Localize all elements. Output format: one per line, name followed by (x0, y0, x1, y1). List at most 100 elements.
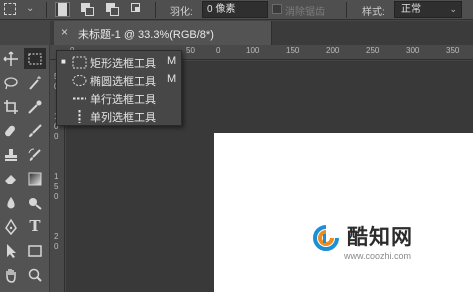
eyedropper-icon (28, 100, 42, 114)
history-brush-icon (28, 148, 41, 161)
eyedropper-tool[interactable] (24, 96, 46, 117)
new-selection-button[interactable] (55, 2, 70, 17)
lasso-tool[interactable] (0, 72, 22, 93)
ruler-tick: 250 (366, 46, 380, 55)
rectangle-shape-icon (28, 245, 42, 257)
separator (46, 2, 47, 18)
separator (155, 2, 156, 18)
eraser-icon (5, 175, 16, 184)
hand-icon (6, 269, 16, 283)
ruler-tick: 0 (54, 132, 59, 141)
toolbox: T (0, 45, 50, 292)
flyout-item-single-column-marquee[interactable]: 单列选框工具 (57, 107, 181, 125)
magic-wand-icon (29, 76, 41, 90)
tool-preset-picker[interactable]: ⌄ (0, 0, 40, 20)
intersect-selection-icon-fill (135, 7, 140, 12)
ruler-tick: 0 (54, 192, 59, 201)
ruler-tick: 200 (326, 46, 340, 55)
single-column-marquee-icon (78, 110, 81, 123)
zoom-tool[interactable] (24, 264, 46, 285)
type-tool[interactable]: T (24, 216, 46, 237)
flyout-item-shortcut: M (167, 73, 177, 85)
style-select-value: 正常 (401, 4, 421, 15)
path-select-icon (7, 244, 16, 258)
coozhi-logo-icon (313, 225, 339, 251)
ruler-tick: 2 (54, 232, 59, 241)
feather-label: 羽化: (170, 7, 193, 18)
selected-indicator-icon: ■ (61, 57, 66, 66)
add-selection-icon-overlay (85, 7, 94, 16)
pen-icon (5, 219, 17, 235)
clone-stamp-icon (5, 149, 17, 161)
chevron-down-icon: ⌄ (449, 4, 457, 14)
brush-tool[interactable] (24, 120, 46, 141)
rectangular-marquee-icon (72, 56, 87, 69)
chevron-down-icon: ⌄ (26, 3, 35, 14)
eraser-tool[interactable] (0, 168, 22, 189)
flyout-item-label: 椭圆选框工具 (90, 76, 156, 88)
marquee-tool[interactable] (24, 48, 46, 69)
magic-wand-tool[interactable] (24, 72, 46, 93)
path-select-tool[interactable] (0, 240, 22, 261)
ruler-tick: 0 (216, 46, 221, 55)
watermark-name: 酷知网 (347, 225, 413, 249)
feather-input[interactable]: 0 像素 (202, 1, 268, 18)
subtract-selection-icon-overlay (110, 7, 119, 16)
healing-brush-icon (5, 125, 15, 137)
single-row-marquee-icon (73, 97, 86, 100)
document-tab[interactable]: × 未标题-1 @ 33.3%(RGB/8*) (54, 21, 272, 45)
marquee-icon (28, 53, 42, 65)
options-bar: ⌄ 羽化: 0 像素 消除锯齿 样式: 正常 ⌄ (0, 0, 473, 20)
crop-icon (4, 100, 18, 114)
style-select[interactable]: 正常 ⌄ (394, 1, 462, 18)
document-canvas[interactable] (214, 133, 473, 292)
blur-icon (7, 197, 15, 209)
flyout-item-label: 单列选框工具 (90, 112, 156, 124)
flyout-item-label: 单行选框工具 (90, 94, 156, 106)
ruler-tick: 100 (246, 46, 260, 55)
pen-tool[interactable] (0, 216, 22, 237)
ruler-tick: 350 (446, 46, 460, 55)
flyout-item-label: 矩形选框工具 (90, 58, 156, 70)
document-tabbar: × 未标题-1 @ 33.3%(RGB/8*) (50, 21, 473, 45)
rectangle-shape-tool[interactable] (24, 240, 46, 261)
ruler-tick: 0 (54, 242, 59, 251)
dodge-tool[interactable] (24, 192, 46, 213)
ruler-tick: 1 (54, 172, 59, 181)
history-brush-tool[interactable] (24, 144, 46, 165)
document-tab-title: 未标题-1 @ 33.3%(RGB/8*) (78, 29, 214, 41)
antialias-label: 消除锯齿 (285, 7, 325, 18)
add-to-selection-button[interactable] (81, 3, 94, 16)
new-selection-icon (58, 3, 67, 16)
flyout-item-rectangular-marquee[interactable]: ■ 矩形选框工具 M (57, 53, 181, 71)
subtract-from-selection-button[interactable] (106, 3, 119, 16)
ruler-tick: 150 (286, 46, 300, 55)
zoom-icon (28, 268, 42, 282)
marquee-tool-flyout: ■ 矩形选框工具 M 椭圆选框工具 M 单行选框工具 单列选框工具 (56, 50, 182, 126)
antialias-checkbox[interactable] (272, 4, 282, 14)
blur-tool[interactable] (0, 192, 22, 213)
flyout-item-single-row-marquee[interactable]: 单行选框工具 (57, 89, 181, 107)
clone-stamp-tool[interactable] (0, 144, 22, 165)
healing-brush-tool[interactable] (0, 120, 22, 141)
move-tool[interactable] (0, 48, 22, 69)
rectangular-marquee-icon (4, 3, 16, 15)
move-icon (3, 51, 18, 66)
crop-tool[interactable] (0, 96, 22, 117)
ruler-tick: 5 (54, 182, 59, 191)
hand-tool[interactable] (0, 264, 22, 285)
lasso-icon (4, 77, 18, 90)
type-icon: T (29, 217, 41, 235)
ruler-tick: 50 (186, 46, 195, 55)
intersect-selection-button[interactable] (131, 3, 144, 16)
gradient-icon (28, 172, 42, 186)
dodge-icon (29, 198, 42, 210)
brush-icon (29, 124, 42, 137)
ruler-tick: 300 (406, 46, 420, 55)
elliptical-marquee-icon (72, 75, 87, 86)
close-icon[interactable]: × (61, 25, 68, 39)
flyout-item-elliptical-marquee[interactable]: 椭圆选框工具 M (57, 71, 181, 89)
flyout-item-shortcut: M (167, 55, 177, 67)
gradient-tool[interactable] (24, 168, 46, 189)
watermark-url: www.coozhi.com (344, 251, 412, 261)
